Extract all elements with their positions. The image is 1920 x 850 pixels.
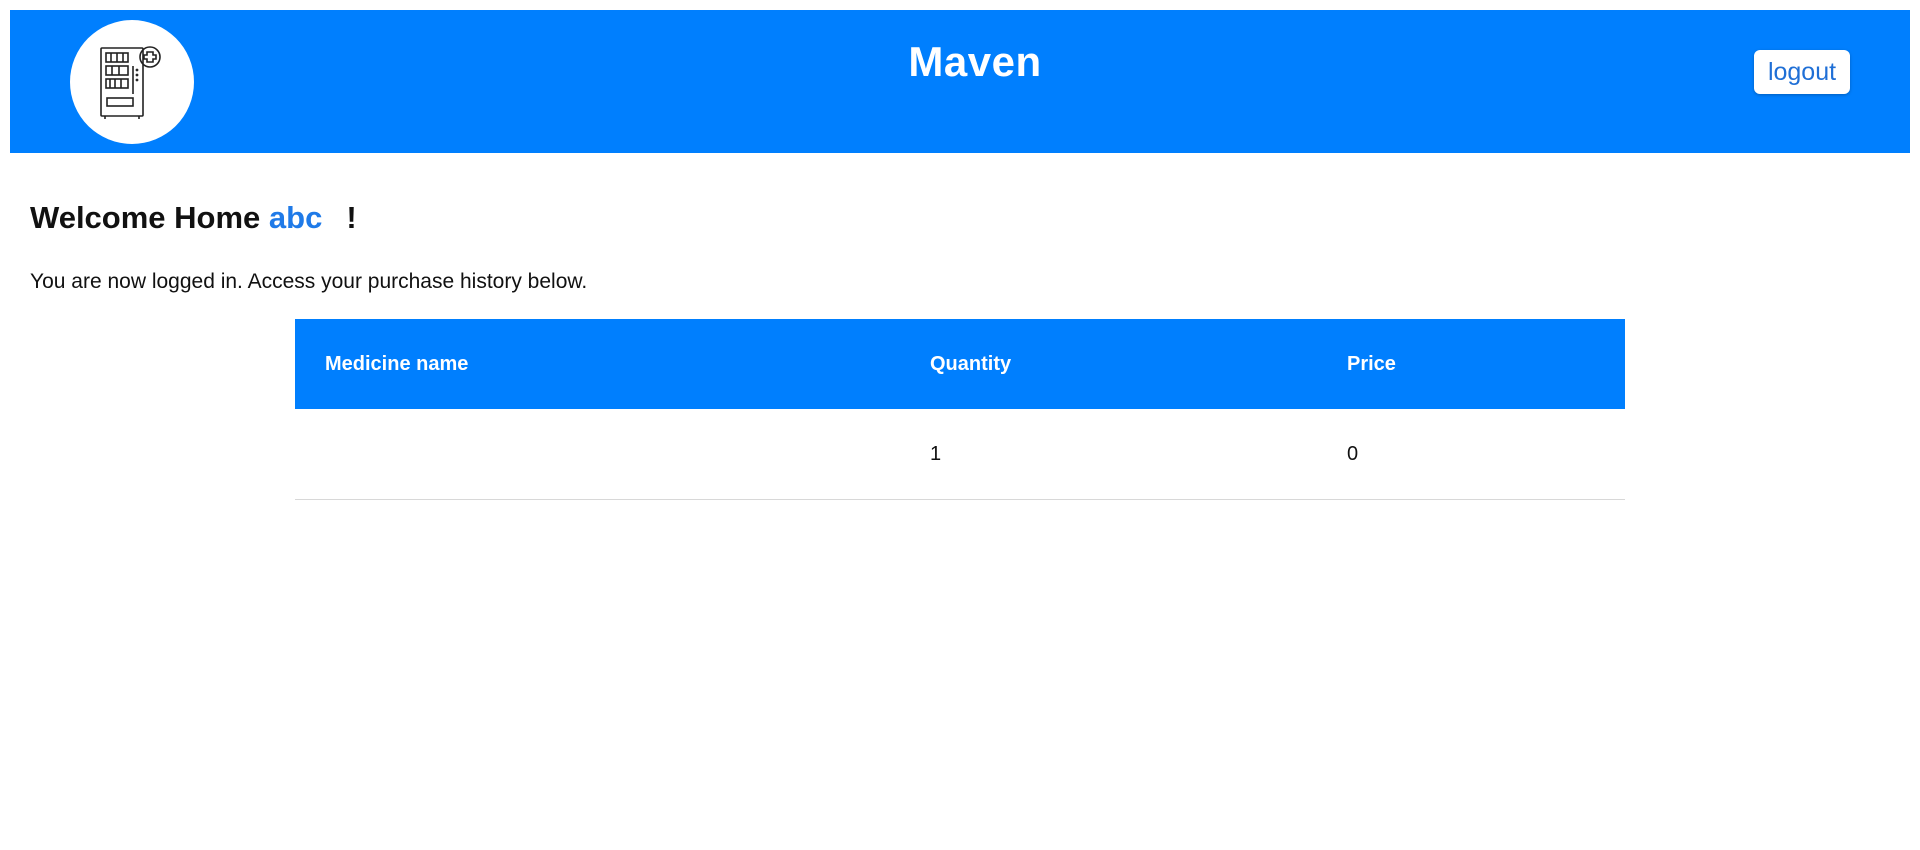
column-header-medicine-name[interactable]: Medicine name [295, 319, 930, 409]
table-header-row: Medicine name Quantity Price [295, 319, 1625, 409]
top-header-bar: Maven logout [10, 10, 1910, 153]
column-header-price[interactable]: Price [1347, 319, 1625, 409]
welcome-subtext: You are now logged in. Access your purch… [30, 270, 588, 293]
cell-medicine-name [295, 409, 930, 500]
table-row: 1 0 [295, 409, 1625, 500]
welcome-greeting: Welcome Home [30, 200, 261, 235]
welcome-exclamation: ! [346, 200, 357, 235]
column-header-quantity[interactable]: Quantity [930, 319, 1347, 409]
brand-title: Maven [908, 38, 1042, 85]
purchase-history-table: Medicine name Quantity Price 1 0 [295, 319, 1625, 500]
cell-price: 0 [1347, 409, 1625, 500]
welcome-username: abc [268, 200, 323, 235]
cell-quantity: 1 [930, 409, 1347, 500]
logout-button[interactable]: logout [1754, 50, 1850, 94]
welcome-heading: Welcome Home abc! [30, 200, 357, 236]
